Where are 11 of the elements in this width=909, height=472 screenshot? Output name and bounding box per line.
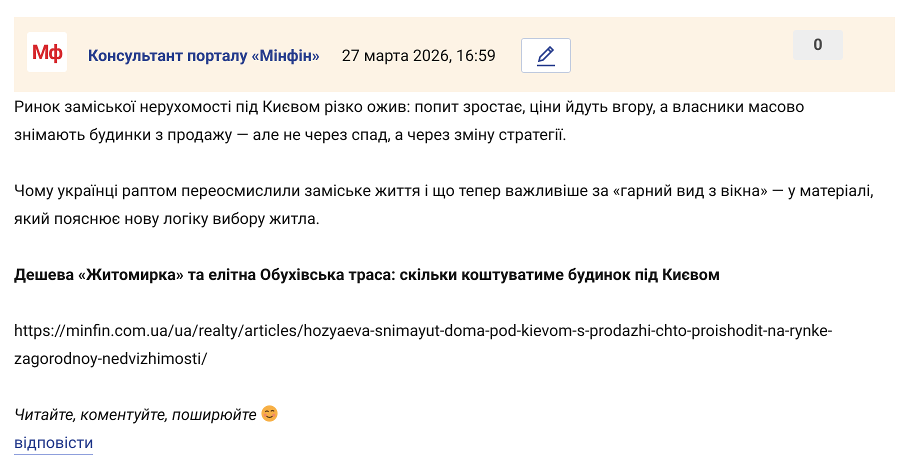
article-title: Дешева «Житомирка» та елітна Обухівська траса: скільки коштуватиме будинок під Києвом — [14, 264, 721, 286]
comment-paragraph: Ринок заміської нерухомості під Києвом різко ожив: попит зростає, ціни йдуть вгору, а власники масово знімають будинки з продажу — але не через спад, а через зміну стратегії. — [14, 96, 806, 146]
reply-link[interactable]: відповісти — [14, 432, 94, 455]
comment-paragraph: Чому українці раптом переосмислили заміське життя і що тепер важливіше за «гарний вид з вікна» — у матеріалі, який пояснює нову логіку вибору житла. — [14, 180, 874, 230]
logo: Мф — [27, 32, 67, 72]
author-name[interactable]: Консультант порталу «Мінфін» — [88, 44, 320, 68]
article-url: https://minfin.com.ua/ua/realty/articles/hozyaeva-snimayut-doma-pod-kievom-s-prodazhi-chto-proishodit-na-rynke-zagorodnoy-nedvizhimosti/ — [14, 320, 834, 370]
comment-date: 27 марта 2026, 16:59 — [342, 45, 496, 67]
closing-text: Читайте, коментуйте, поширюйте — [14, 405, 257, 424]
vote-count: 0 — [793, 30, 843, 60]
edit-button[interactable] — [520, 38, 571, 73]
